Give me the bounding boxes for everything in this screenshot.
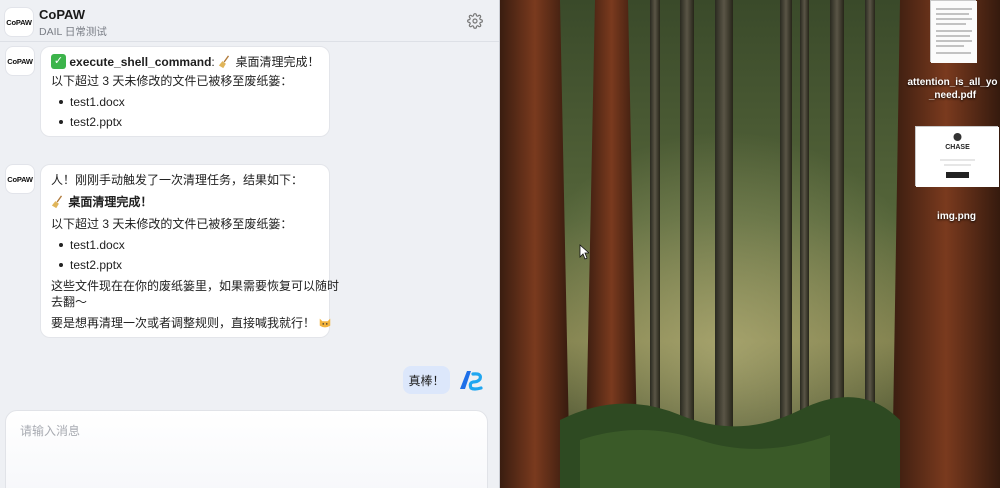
gear-icon[interactable]	[467, 13, 483, 29]
cat-emoji-icon	[320, 318, 331, 328]
broom-icon	[218, 55, 230, 68]
user-message: 真棒！	[403, 366, 450, 394]
message-text: 人！刚刚手动触发了一次清理任务，结果如下：	[51, 173, 304, 187]
assistant-message: 人！刚刚手动触发了一次清理任务，结果如下： 桌面清理完成！ 以下超过 3 天未修…	[40, 164, 339, 338]
pdf-file-label[interactable]: attention_is_all_yo _need.pdf	[905, 77, 1000, 102]
pdf-file-icon[interactable]	[930, 0, 977, 63]
tool-call-line: ✓ execute_shell_command: 桌面清理完成！	[51, 54, 319, 71]
message-closing: 要是想再清理一次或者调整规则，直接喊我就行！	[51, 315, 332, 332]
message-text: 以下超过 3 天未修改的文件已被移至废纸篓：	[51, 217, 293, 231]
forest-wallpaper-image	[500, 0, 1000, 488]
list-item: test2.pptx	[59, 114, 122, 131]
message-text: 以下超过 3 天未修改的文件已被移至废纸篓：	[51, 74, 293, 88]
assistant-avatar: CoPAW	[5, 46, 35, 76]
message-heading: 桌面清理完成！	[51, 194, 152, 211]
tool-name: execute_shell_command	[69, 55, 212, 69]
tool-result: 桌面清理完成！	[235, 55, 320, 69]
chat-panel: CoPAW CoPAW DAIL 日常测试 CoPAW ✓ execute_sh…	[0, 0, 500, 488]
mouse-cursor-icon	[579, 244, 589, 260]
message-input[interactable]	[20, 420, 460, 442]
tool-separator: :	[211, 55, 215, 69]
app-title: CoPAW	[39, 7, 85, 22]
message-text: 这些文件现在在你的废纸篓里，如果需要恢复可以随时	[51, 279, 340, 293]
png-file-label[interactable]: img.png	[915, 211, 998, 224]
chat-header: CoPAW CoPAW DAIL 日常测试	[0, 0, 499, 42]
message-composer	[5, 410, 488, 488]
app-logo: CoPAW	[4, 7, 34, 37]
app-subtitle: DAIL 日常测试	[39, 26, 107, 38]
assistant-message: ✓ execute_shell_command: 桌面清理完成！ 以下超过 3 …	[40, 46, 330, 137]
list-item: test1.docx	[59, 94, 125, 111]
thumb-title: CHASE	[945, 144, 970, 151]
desktop-wallpaper: attention_is_all_yo _need.pdf CHASE img.…	[500, 0, 1000, 488]
broom-icon	[51, 195, 63, 208]
list-item: test1.docx	[59, 237, 125, 254]
png-file-icon[interactable]: CHASE	[915, 126, 999, 187]
list-item: test2.pptx	[59, 257, 122, 274]
user-avatar-icon	[460, 371, 483, 391]
message-text: 去翻～	[51, 295, 88, 309]
check-icon: ✓	[51, 54, 66, 70]
assistant-avatar: CoPAW	[5, 164, 35, 194]
